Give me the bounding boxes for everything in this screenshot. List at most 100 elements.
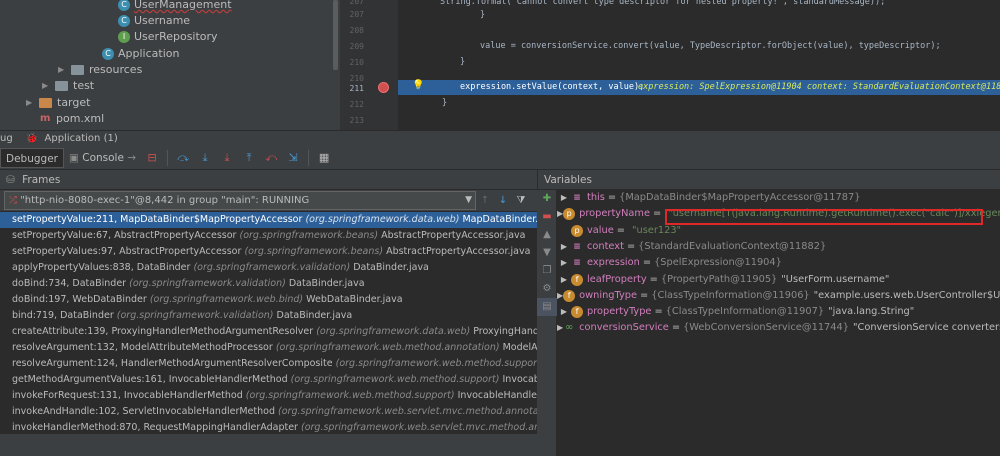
tree-item-pom[interactable]: m pom.xml [40, 111, 104, 127]
tab-console-label: Console [82, 151, 124, 164]
code-editor[interactable]: 207 String.format("Cannot convert type d… [340, 0, 1000, 130]
frame-row[interactable]: resolveArgument:124, HandlerMethodArgume… [0, 356, 537, 372]
thread-select-value: "http-nio-8080-exec-1"@8,442 in group "m… [20, 195, 310, 206]
expand-arrow-icon[interactable]: ▶ [557, 272, 571, 288]
expand-arrow-icon[interactable]: ▶ [26, 95, 36, 111]
frame-row[interactable]: resolveArgument:132, ModelAttributeMetho… [0, 340, 537, 356]
new-watch-icon[interactable]: ✚ [537, 190, 557, 208]
show-types-icon[interactable]: ▤ [537, 298, 557, 316]
tab-console[interactable]: ▣ Console → [64, 148, 141, 168]
frame-method: applyPropertyValues:838, DataBinder [12, 262, 191, 273]
object-icon: ≡ [573, 258, 581, 269]
expand-arrow-icon[interactable]: ▶ [557, 190, 571, 206]
expand-arrow-icon[interactable]: ▶ [557, 304, 571, 320]
frames-icon: ⛁ [6, 174, 15, 186]
variable-row[interactable]: ▶ ∞ conversionService = {WebConversionServic… [557, 320, 1000, 336]
expand-arrow-icon[interactable]: ▶ [557, 255, 571, 271]
frame-row[interactable]: invokeForRequest:131, InvocableHandlerMe… [0, 388, 537, 404]
breakpoint-icon[interactable] [378, 82, 389, 93]
variable-row[interactable]: ▶ ≡ expression = {SpelExpression@11904} [557, 255, 1000, 271]
frame-row[interactable]: bind:719, DataBinder (org.springframewor… [0, 308, 537, 324]
frame-method: doBind:197, WebDataBinder [12, 294, 147, 305]
run-to-cursor-icon[interactable]: ⇲ [284, 149, 302, 167]
code-line-211: expression.setValue(context, value); [460, 82, 645, 92]
tree-item-usermanagement[interactable]: C UserManagement [118, 0, 232, 13]
frame-row[interactable]: createAttribute:139, ProxyingHandlerMeth… [0, 324, 537, 340]
frame-row[interactable]: getMethodArgumentValues:161, InvocableHa… [0, 372, 537, 388]
arrow-down-icon[interactable]: ↓ [494, 195, 512, 206]
step-over-icon[interactable]: ⤼ [174, 149, 192, 167]
frame-method: doBind:734, DataBinder [12, 278, 127, 289]
tree-item-label: pom.xml [56, 112, 105, 125]
variable-row[interactable]: ▶ ≡ context = {StandardEvaluationContext@118… [557, 239, 1000, 255]
frame-method: bind:719, DataBinder [12, 310, 114, 321]
frame-file: MapDataBinder.java [462, 214, 537, 225]
tab-debugger[interactable]: Debugger [0, 147, 64, 168]
variable-row[interactable]: ▶ f owningType = {ClassTypeInformation@11906… [557, 288, 1000, 304]
arrow-right-icon: → [127, 151, 137, 164]
field-icon: f [571, 273, 583, 286]
force-step-into-icon[interactable]: ⤓ [218, 149, 236, 167]
highlight-box [665, 209, 983, 225]
step-out-icon[interactable]: ⤒ [240, 149, 258, 167]
show-execution-point-icon[interactable]: ⊟ [143, 149, 161, 167]
frame-file: ProxyingHandlerM [473, 326, 537, 337]
line-number: 213 [349, 116, 364, 125]
frame-row[interactable]: setPropertyValue:211, MapDataBinder$MapP… [0, 212, 537, 228]
expand-arrow-icon[interactable]: ▶ [557, 239, 571, 255]
line-number: 210 [349, 74, 364, 83]
variable-row[interactable]: ▶ ≡ this = {MapDataBinder$MapPropertyAccesso… [557, 190, 1000, 206]
frame-row[interactable]: doBind:734, DataBinder (org.springframew… [0, 276, 537, 292]
frames-list[interactable]: setPropertyValue:211, MapDataBinder$MapP… [0, 212, 537, 434]
copy-icon[interactable]: ❐ [537, 262, 557, 280]
frame-row[interactable]: invokeHandlerMethod:870, RequestMappingH… [0, 420, 537, 434]
frame-method: setPropertyValue:211, MapDataBinder$MapP… [12, 214, 303, 225]
tree-item-target[interactable]: ▶ target [26, 95, 90, 111]
variable-row[interactable]: ▶ f propertyType = {ClassTypeInformation@119… [557, 304, 1000, 320]
variable-name: value [587, 224, 614, 236]
tree-item-label: UserManagement [134, 0, 232, 11]
debug-config-name[interactable]: Application (1) [45, 133, 118, 144]
tree-item-application[interactable]: C Application [102, 46, 179, 62]
frame-method: setPropertyValue:67, AbstractPropertyAcc… [12, 230, 237, 241]
thread-select[interactable]: ⤮ "http-nio-8080-exec-1"@8,442 in group … [4, 191, 476, 210]
frame-file: InvocableH [502, 374, 538, 385]
frame-method: createAttribute:139, ProxyingHandlerMeth… [12, 326, 314, 337]
lightbulb-icon[interactable]: 💡 [412, 80, 424, 91]
tree-item-username[interactable]: C Username [118, 13, 190, 29]
arrow-down-icon[interactable]: ▼ [537, 244, 557, 262]
step-into-icon[interactable]: ⤓ [196, 149, 214, 167]
frame-package: (org.springframework.web.servlet.mvc.met… [301, 422, 537, 433]
tree-item-test[interactable]: ▶ test [42, 78, 94, 94]
equals-sign: = [626, 240, 636, 252]
variables-panel: Variables ▶ ≡ this = {MapDataBinder$MapPrope… [537, 170, 1000, 456]
variable-type: {WebConversionService@11744} [683, 322, 849, 334]
folder-icon [39, 98, 52, 108]
expand-arrow-icon[interactable]: ▶ [58, 62, 68, 78]
evaluate-expression-icon[interactable]: ▦ [315, 149, 333, 167]
frame-row[interactable]: setPropertyValue:67, AbstractPropertyAcc… [0, 228, 537, 244]
remove-watch-icon[interactable]: ▬ [537, 208, 557, 226]
tree-item-userrepository[interactable]: I UserRepository [118, 29, 218, 45]
code-line: } [460, 57, 466, 67]
frame-row[interactable]: setPropertyValues:97, AbstractPropertyAc… [0, 244, 537, 260]
frame-method: getMethodArgumentValues:161, InvocableHa… [12, 374, 288, 385]
tree-item-resources[interactable]: ▶ resources [58, 62, 142, 78]
filter-icon[interactable]: ⧩ [512, 195, 530, 206]
tree-item-label: resources [89, 63, 143, 76]
frame-row[interactable]: applyPropertyValues:838, DataBinder (org… [0, 260, 537, 276]
expand-arrow-icon[interactable]: ▶ [42, 78, 52, 94]
arrow-up-icon[interactable]: ▲ [537, 226, 557, 244]
tree-scrollbar[interactable] [333, 0, 338, 70]
drop-frame-icon[interactable]: ⤺ [262, 149, 280, 167]
settings-icon[interactable]: ⚙ [537, 280, 557, 298]
variable-row[interactable]: ▶ f leafProperty = {PropertyPath@11905} "User… [557, 272, 1000, 288]
chevron-down-icon: ▼ [465, 195, 472, 205]
frame-package: (org.springframework.web.method.annotati… [275, 342, 500, 353]
frame-row[interactable]: doBind:197, WebDataBinder (org.springfra… [0, 292, 537, 308]
debug-toolbar: Debugger ▣ Console → ⊟ ⤼ ⤓ ⤓ ⤒ ⤺ ⇲ ▦ [0, 146, 1000, 170]
variables-list[interactable]: ▶ ≡ this = {MapDataBinder$MapPropertyAccesso… [557, 190, 1000, 456]
field-icon: f [563, 289, 576, 302]
frame-row[interactable]: invokeAndHandle:102, ServletInvocableHan… [0, 404, 537, 420]
arrow-up-icon[interactable]: ↑ [476, 195, 494, 206]
